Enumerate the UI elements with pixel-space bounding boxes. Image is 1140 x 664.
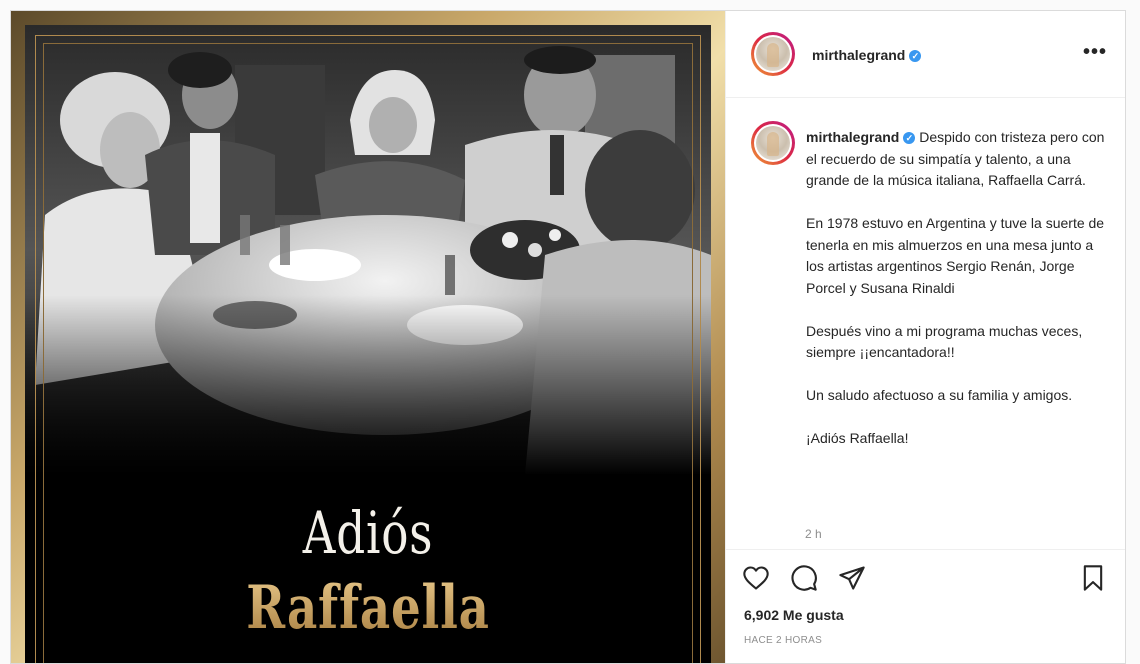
bookmark-icon[interactable] bbox=[1079, 564, 1107, 592]
caption-paragraph: En 1978 estuvo en Argentina y tuve la su… bbox=[806, 215, 1105, 296]
caption-paragraph: mirthalegrand ✓ Despido con tristeza pero… bbox=[806, 127, 1107, 192]
post-actions: 6,902 Me gusta HACE 2 HORAS bbox=[726, 549, 1125, 663]
verified-badge-icon: ✓ bbox=[903, 132, 916, 144]
share-icon[interactable] bbox=[838, 564, 866, 592]
caption-paragraph: ¡Adiós Raffaella! bbox=[806, 430, 909, 446]
header-username-text[interactable]: mirthalegrand bbox=[812, 47, 905, 63]
heart-icon[interactable] bbox=[742, 564, 770, 592]
post-header: mirthalegrand ✓ ••• bbox=[726, 11, 1125, 98]
avatar-image bbox=[756, 37, 790, 71]
post-image-artwork: Adiós Raffaella bbox=[25, 25, 711, 663]
likes-count[interactable]: 6,902 Me gusta bbox=[744, 607, 844, 623]
more-options-icon[interactable]: ••• bbox=[1083, 41, 1107, 64]
avatar-image bbox=[756, 126, 790, 160]
caption-paragraph: Un saludo afectuoso a su familia y amigo… bbox=[806, 387, 1073, 403]
post-image[interactable]: Adiós Raffaella bbox=[11, 11, 725, 663]
instagram-post: Adiós Raffaella mirthalegrand ✓ ••• mirth… bbox=[10, 10, 1126, 664]
avatar[interactable] bbox=[751, 32, 795, 76]
caption-username[interactable]: mirthalegrand bbox=[806, 129, 899, 145]
image-title-line1: Adiós bbox=[302, 499, 434, 567]
post-date[interactable]: HACE 2 HORAS bbox=[744, 635, 822, 646]
image-title-line2: Raffaella bbox=[100, 573, 635, 643]
comment-icon[interactable] bbox=[790, 564, 818, 592]
caption-avatar[interactable] bbox=[751, 121, 795, 165]
caption: mirthalegrand ✓ Despido con tristeza pero… bbox=[806, 127, 1107, 471]
verified-badge-icon: ✓ bbox=[909, 50, 922, 62]
post-side-panel: mirthalegrand ✓ ••• mirthalegrand ✓ Despid… bbox=[725, 11, 1125, 663]
caption-paragraph: Después vino a mi programa muchas veces,… bbox=[806, 322, 1083, 361]
header-username[interactable]: mirthalegrand ✓ bbox=[812, 47, 922, 63]
caption-timestamp[interactable]: 2 h bbox=[805, 527, 822, 541]
black-and-white-photo bbox=[25, 25, 711, 475]
